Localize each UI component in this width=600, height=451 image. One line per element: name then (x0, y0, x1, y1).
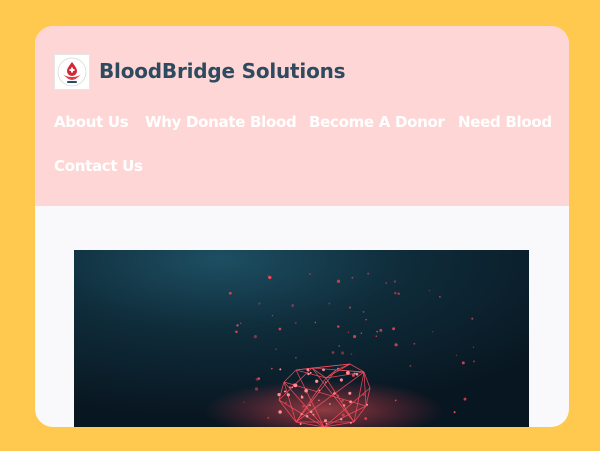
nav-link-contact-us[interactable]: Contact Us (54, 157, 143, 175)
site-header: BloodBridge Solutions About Us Why Donat… (35, 26, 569, 206)
nav-link-about-us[interactable]: About Us (54, 113, 129, 131)
nav-link-need-blood[interactable]: Need Blood (458, 113, 552, 131)
nav-link-become-a-donor[interactable]: Become A Donor (309, 113, 445, 131)
hero-image (74, 250, 529, 427)
glowing-network-heart-image (74, 250, 529, 427)
site-title[interactable]: BloodBridge Solutions (99, 59, 346, 83)
nav-link-why-donate-blood[interactable]: Why Donate Blood (145, 113, 297, 131)
page-card: BloodBridge Solutions About Us Why Donat… (35, 26, 569, 427)
site-logo[interactable] (54, 54, 90, 90)
blood-donation-logo-icon (57, 57, 87, 87)
